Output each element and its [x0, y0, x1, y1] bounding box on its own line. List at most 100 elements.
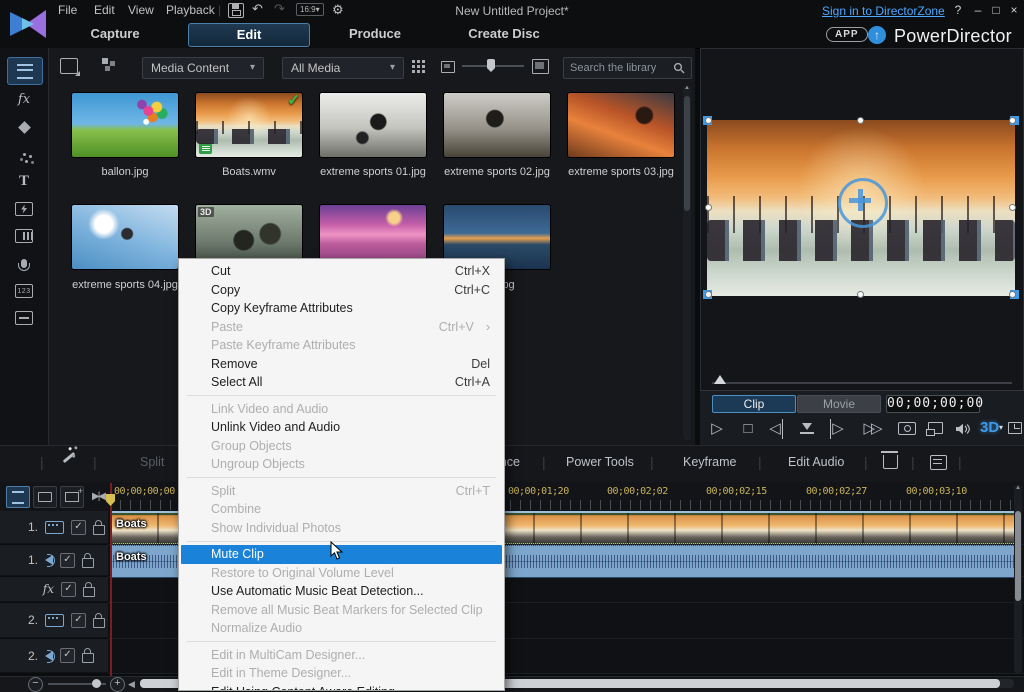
- save-icon[interactable]: [228, 3, 244, 18]
- sidebar-item-subtitle-room[interactable]: [7, 305, 41, 331]
- menu-view[interactable]: View: [122, 0, 160, 20]
- sidebar-item-chapter-room[interactable]: 123: [7, 278, 41, 304]
- minimize-button[interactable]: –: [970, 3, 986, 17]
- undo-icon[interactable]: ↶: [252, 1, 263, 17]
- keyframe-button[interactable]: Keyframe: [683, 455, 737, 469]
- power-tools-button[interactable]: Power Tools: [566, 455, 634, 469]
- selection-handle[interactable]: [705, 291, 712, 298]
- signin-directorzone-link[interactable]: Sign in to DirectorZone: [822, 4, 945, 18]
- preview-timecode[interactable]: 00;00;00;00: [886, 395, 980, 413]
- menu-item-copy[interactable]: CopyCtrl+C: [179, 281, 504, 300]
- scroll-up-icon[interactable]: ▲: [1014, 485, 1022, 491]
- timeline-playhead-line[interactable]: [110, 483, 112, 676]
- small-thumbnail-icon[interactable]: [441, 61, 455, 73]
- tab-edit[interactable]: Edit: [188, 23, 310, 47]
- track-lock-icon[interactable]: [93, 525, 105, 535]
- center-crosshair-icon[interactable]: [838, 178, 888, 228]
- tab-capture[interactable]: Capture: [70, 26, 160, 41]
- menu-item-unlink-video-audio[interactable]: Unlink Video and Audio: [179, 418, 504, 437]
- menu-item-content-aware-editing[interactable]: Edit Using Content Aware Editing...: [179, 683, 504, 692]
- track-lock-icon[interactable]: [83, 587, 95, 597]
- undock-preview-icon[interactable]: [1008, 422, 1022, 434]
- track-lock-icon[interactable]: [93, 618, 105, 628]
- preview-window-icon[interactable]: [928, 422, 943, 434]
- selection-handle[interactable]: [857, 117, 864, 124]
- media-thumbnail-xs01[interactable]: [320, 93, 426, 157]
- menu-item-select-all[interactable]: Select AllCtrl+A: [179, 373, 504, 392]
- sidebar-item-media-room[interactable]: [7, 57, 43, 85]
- sidebar-item-audio-mixing-room[interactable]: [7, 223, 41, 249]
- timeline-zoom-slider-thumb[interactable]: [92, 679, 101, 688]
- delete-trash-icon[interactable]: [883, 455, 898, 469]
- track-enable-checkbox[interactable]: ✓: [71, 520, 86, 535]
- all-media-dropdown[interactable]: All Media▾: [282, 57, 404, 79]
- aspect-ratio-selector[interactable]: 16:9▾: [296, 3, 324, 16]
- timeline-scrollbar-thumb[interactable]: [1015, 511, 1021, 601]
- zoom-in-button[interactable]: +: [110, 677, 125, 692]
- sidebar-item-voiceover-room[interactable]: [7, 250, 41, 276]
- media-thumbnail-ballon[interactable]: [72, 93, 178, 157]
- menu-edit[interactable]: Edit: [88, 0, 121, 20]
- menu-item-remove[interactable]: RemoveDel: [179, 355, 504, 374]
- track-enable-checkbox[interactable]: ✓: [71, 613, 86, 628]
- track-header-audio-2[interactable]: 2. ✓: [0, 639, 108, 673]
- search-input[interactable]: Search the library: [563, 57, 692, 79]
- settings-gear-icon[interactable]: ⚙: [332, 2, 344, 18]
- sidebar-item-transition-room[interactable]: [7, 196, 41, 222]
- preview-seek-thumb[interactable]: [714, 375, 726, 384]
- timeline-vertical-scrollbar[interactable]: ▲: [1014, 485, 1022, 673]
- sidebar-item-effect-room[interactable]: fx: [7, 86, 41, 112]
- stop-button[interactable]: □: [737, 419, 759, 439]
- selection-handle[interactable]: [705, 204, 712, 211]
- track-header-video-2[interactable]: 2. ✓: [0, 603, 108, 638]
- maximize-button[interactable]: □: [988, 3, 1004, 17]
- track-enable-checkbox[interactable]: ✓: [60, 648, 75, 663]
- storyboard-view-button[interactable]: [33, 486, 57, 508]
- track-header-fx[interactable]: fx ✓: [0, 577, 108, 602]
- library-scrollbar-thumb[interactable]: [684, 96, 690, 211]
- selection-handle[interactable]: [1009, 204, 1016, 211]
- track-header-video-1[interactable]: 1. ✓: [0, 511, 108, 544]
- previous-frame-button[interactable]: ◁: [768, 419, 783, 439]
- large-thumbnail-icon[interactable]: [532, 59, 549, 74]
- media-thumbnail-xs02[interactable]: [444, 93, 550, 157]
- chevron-down-icon[interactable]: ▾: [999, 423, 1003, 432]
- volume-icon[interactable]: [955, 422, 971, 440]
- split-tool-button[interactable]: Split: [140, 455, 164, 469]
- track-enable-checkbox[interactable]: ✓: [60, 553, 75, 568]
- scroll-left-icon[interactable]: ◀: [128, 679, 135, 690]
- app-badge[interactable]: APP: [826, 27, 868, 42]
- media-thumbnail-xs03[interactable]: [568, 93, 674, 157]
- upgrade-arrow-icon[interactable]: ↑: [868, 26, 886, 44]
- snapshot-camera-icon[interactable]: [898, 422, 916, 435]
- fast-forward-button[interactable]: ▷▷: [858, 419, 884, 439]
- track-lock-icon[interactable]: [82, 558, 94, 568]
- 3d-mode-button[interactable]: 3D: [980, 419, 999, 436]
- tab-create-disc[interactable]: Create Disc: [455, 26, 553, 41]
- track-manager-button[interactable]: [60, 486, 84, 508]
- track-enable-checkbox[interactable]: ✓: [61, 582, 76, 597]
- menu-playback[interactable]: Playback: [160, 0, 221, 20]
- seek-marker-button[interactable]: [802, 423, 814, 434]
- selection-handle[interactable]: [1009, 291, 1016, 298]
- clip-mode-button[interactable]: Clip: [712, 395, 796, 413]
- close-button[interactable]: ×: [1006, 3, 1022, 17]
- media-thumbnail-xs04[interactable]: [72, 205, 178, 269]
- movie-mode-button[interactable]: Movie: [797, 395, 881, 413]
- media-thumbnail-boats[interactable]: ✓: [196, 93, 302, 157]
- menu-item-copy-keyframe-attributes[interactable]: Copy Keyframe Attributes: [179, 299, 504, 318]
- menu-item-cut[interactable]: CutCtrl+X: [179, 262, 504, 281]
- import-media-icon[interactable]: [60, 58, 78, 74]
- production-notes-icon[interactable]: [930, 455, 947, 470]
- menu-item-music-beat-detection[interactable]: Use Automatic Music Beat Detection...: [179, 582, 504, 601]
- menu-file[interactable]: File: [52, 0, 83, 20]
- scroll-up-icon[interactable]: ▲: [683, 85, 691, 91]
- selection-handle[interactable]: [857, 291, 864, 298]
- track-lock-icon[interactable]: [82, 653, 94, 663]
- tab-produce[interactable]: Produce: [330, 26, 420, 41]
- next-frame-button[interactable]: ▷: [830, 419, 845, 439]
- redo-icon[interactable]: ↷: [274, 1, 285, 17]
- library-plugin-icon[interactable]: [102, 58, 116, 72]
- timeline-view-button[interactable]: [6, 486, 30, 508]
- preview-seek-track[interactable]: [712, 382, 1012, 384]
